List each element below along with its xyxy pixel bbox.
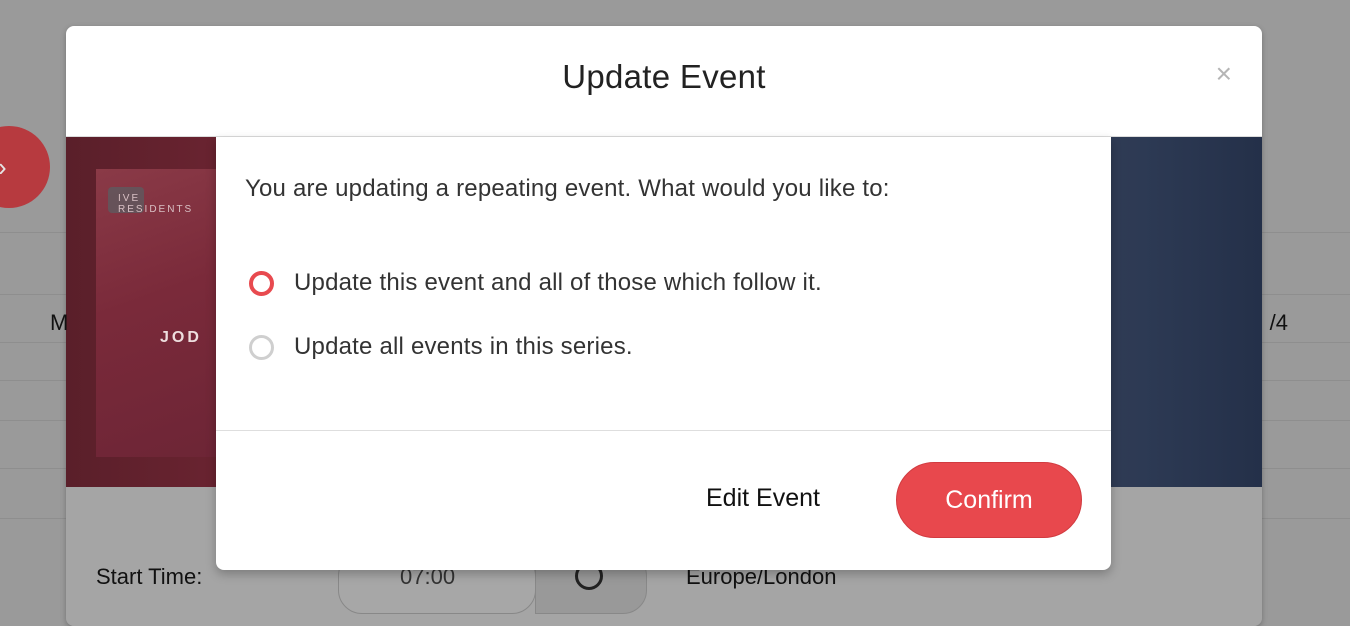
modal-header: Update Event × xyxy=(66,26,1262,137)
edit-event-button[interactable]: Edit Event xyxy=(706,484,820,513)
start-time-label: Start Time: xyxy=(96,564,203,589)
update-event-dialog: You are updating a repeating event. What… xyxy=(216,137,1111,570)
close-icon[interactable]: × xyxy=(1216,60,1232,88)
dialog-divider xyxy=(216,430,1111,431)
modal-title: Update Event xyxy=(562,58,766,95)
confirm-button[interactable]: Confirm xyxy=(896,462,1082,538)
option-label: Update this event and all of those which… xyxy=(294,269,822,296)
background-text-left: M xyxy=(50,310,69,335)
poster-title: JOD xyxy=(160,329,202,346)
poster-caption: IVE RESIDENTS xyxy=(118,193,194,215)
next-arrow-button[interactable]: › xyxy=(0,126,50,208)
option-label: Update all events in this series. xyxy=(294,333,633,360)
option-update-all[interactable]: Update all events in this series. xyxy=(249,333,633,361)
chevron-right-icon: › xyxy=(0,126,7,208)
dialog-question: You are updating a repeating event. What… xyxy=(245,175,890,202)
radio-button[interactable] xyxy=(249,334,274,360)
background-text-right: /4 xyxy=(1269,310,1288,335)
radio-button-selected[interactable] xyxy=(249,270,274,296)
option-update-following[interactable]: Update this event and all of those which… xyxy=(249,269,822,297)
